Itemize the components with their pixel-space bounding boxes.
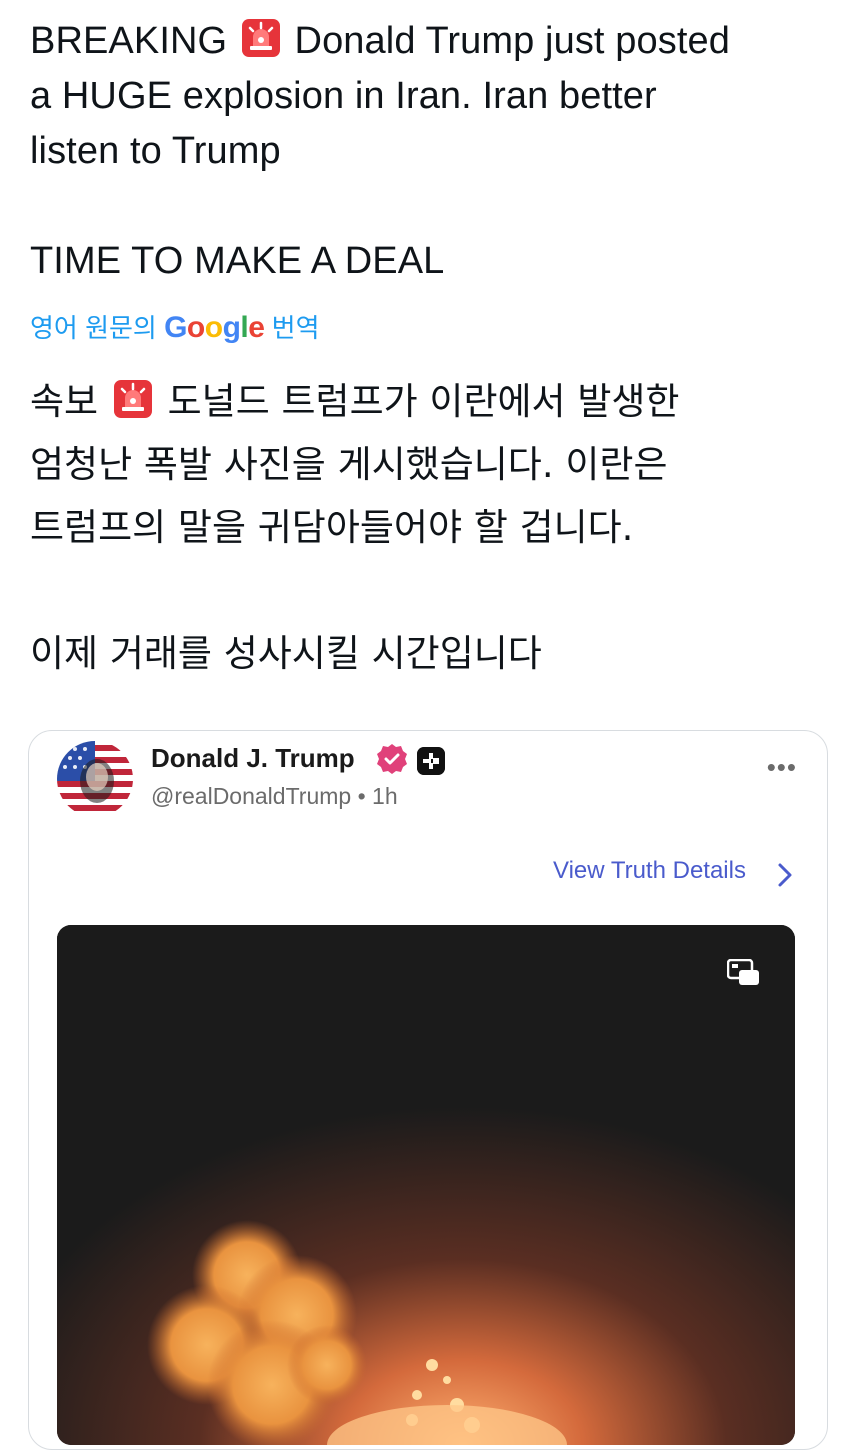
video-thumbnail[interactable]: [57, 925, 795, 1445]
translated-line-1: 속보 도널드 트럼프가 이란에서 발생한: [30, 380, 680, 423]
translated-line-2: 엄청난 폭발 사진을 게시했습니다. 이란은: [30, 443, 668, 486]
siren-icon: [113, 380, 152, 418]
tweet-text: BREAKING Donald Trump just posted a HUGE…: [30, 14, 830, 289]
translation-attribution[interactable]: 영어 원문의 Google 번역: [30, 308, 320, 348]
google-logo: Google: [164, 311, 265, 344]
translated-text: 속보 도널드 트럼프가 이란에서 발생한 엄청난 폭발 사진을 게시했습니다. …: [30, 370, 830, 685]
tweet-line-1: BREAKING Donald Trump just posted: [30, 19, 730, 62]
plus-icon: [417, 747, 445, 775]
author-handle: @realDonaldTrump • 1h: [151, 783, 398, 809]
chevron-right-icon[interactable]: [775, 861, 795, 889]
tweet-line-3: listen to Trump: [30, 130, 281, 172]
picture-in-picture-icon[interactable]: [727, 959, 761, 987]
avatar[interactable]: [57, 741, 133, 817]
more-options-button[interactable]: •••: [767, 754, 797, 780]
translated-line-4: 이제 거래를 성사시킬 시간입니다: [30, 632, 542, 675]
explosion-image: [57, 925, 795, 1445]
embedded-post-card[interactable]: Donald J. Trump @realDonaldTrump • 1h ••…: [28, 730, 828, 1450]
tweet-line-4: TIME TO MAKE A DEAL: [30, 240, 445, 282]
siren-icon: [241, 19, 280, 57]
tweet-line-2: a HUGE explosion in Iran. Iran better: [30, 75, 657, 117]
view-truth-details-link[interactable]: View Truth Details: [553, 857, 746, 885]
author-name[interactable]: Donald J. Trump: [151, 743, 355, 774]
verified-icon: [377, 744, 407, 774]
translated-line-3: 트럼프의 말을 귀담아들어야 할 겁니다.: [30, 506, 634, 549]
